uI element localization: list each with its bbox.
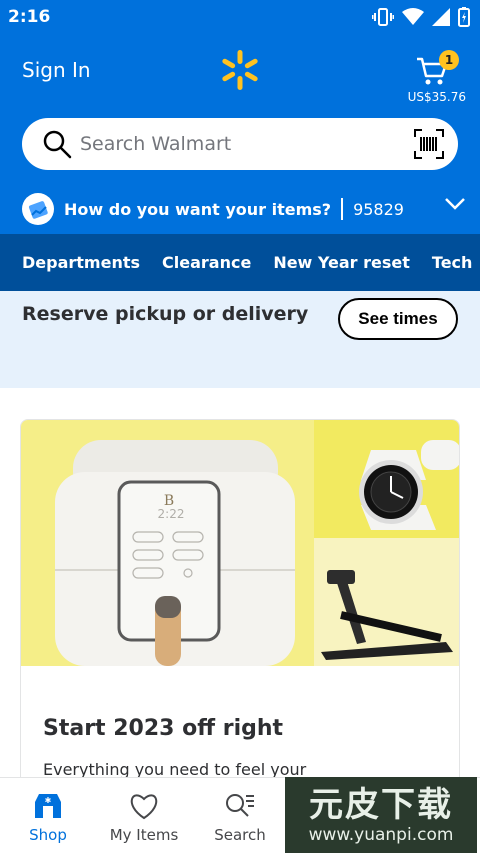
shop-icon: ✱	[35, 794, 61, 818]
search-input[interactable]: Search Walmart	[80, 133, 414, 155]
wifi-icon	[402, 8, 424, 25]
watermark-url: www.yuanpi.com	[308, 825, 454, 845]
fulfillment-zip: 95829	[353, 199, 404, 219]
battery-icon	[458, 7, 470, 27]
tab-my-items[interactable]: My Items	[96, 778, 192, 853]
promo-title: Start 2023 off right	[43, 716, 284, 741]
tab-shop[interactable]: ✱ Shop	[0, 778, 96, 853]
vibrate-icon	[372, 8, 394, 26]
tab-shop-label: Shop	[29, 826, 67, 844]
signal-icon	[432, 8, 450, 26]
fulfillment-selector[interactable]: How do you want your items? 95829	[22, 192, 466, 226]
barcode-scan-icon[interactable]	[414, 129, 444, 159]
promo-card[interactable]: B 2:22 Start 2023 off right Everything y…	[20, 419, 460, 799]
status-time: 2:16	[8, 7, 51, 27]
search-icon	[43, 130, 72, 159]
watermark-cn-text: 元皮下载	[309, 785, 453, 825]
cart-button[interactable]: 1 US$35.76	[406, 50, 466, 110]
air-fryer-image: B 2:22	[55, 440, 295, 666]
cart-count-badge: 1	[439, 50, 459, 70]
reserve-title: Reserve pickup or delivery	[22, 303, 309, 325]
tab-search-label: Search	[214, 826, 266, 844]
fulfillment-question: How do you want your items?	[64, 199, 332, 219]
fulfillment-divider	[341, 198, 344, 220]
sign-in-link[interactable]: Sign In	[22, 58, 91, 82]
cart-total: US$35.76	[407, 90, 466, 104]
nav-item-tech[interactable]: Tech	[432, 253, 473, 272]
heart-icon	[130, 794, 158, 820]
header: Sign In 1 US$35.76 Search Walmart How do…	[0, 34, 480, 234]
department-nav: Departments Clearance New Year reset Tec…	[0, 234, 480, 291]
see-times-button[interactable]: See times	[338, 298, 458, 340]
nav-item-new-year-reset[interactable]: New Year reset	[273, 253, 410, 272]
nav-item-clearance[interactable]: Clearance	[162, 253, 251, 272]
tab-my-items-label: My Items	[109, 826, 179, 844]
search-bar[interactable]: Search Walmart	[22, 118, 458, 170]
nav-item-departments[interactable]: Departments	[22, 253, 140, 272]
watermark-overlay: 元皮下载 www.yuanpi.com	[285, 777, 477, 853]
status-bar: 2:16	[0, 0, 480, 34]
tab-search[interactable]: Search	[192, 778, 288, 853]
status-icons	[372, 7, 470, 27]
promo-image: B 2:22	[21, 420, 459, 666]
reserve-banner: Reserve pickup or delivery See times	[0, 291, 480, 388]
fryer-display-time: 2:22	[158, 507, 185, 521]
chevron-down-icon	[445, 198, 465, 210]
walmart-spark-logo[interactable]	[220, 50, 260, 90]
fulfillment-icon	[22, 193, 54, 225]
search-list-icon	[226, 794, 254, 817]
svg-text:✱: ✱	[45, 796, 52, 805]
